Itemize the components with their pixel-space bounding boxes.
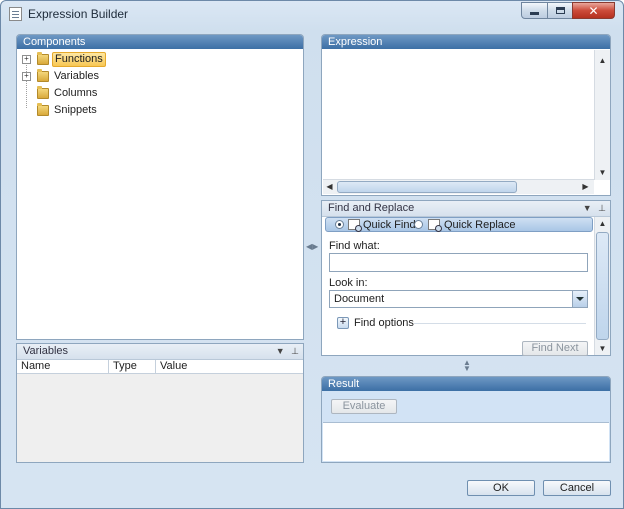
close-icon: ✕ [588,3,599,18]
scroll-up-icon[interactable]: ▲ [596,217,609,230]
column-header-value[interactable]: Value [156,360,303,373]
tree-item-label: Snippets [54,104,97,116]
tree-item-snippets[interactable]: Snippets [17,102,303,119]
header-tools: ▼ ⊥ [276,344,299,359]
ok-button[interactable]: OK [467,480,535,496]
vertical-scroll-thumb[interactable] [596,232,609,340]
variables-grid-body [17,374,303,462]
folder-icon [37,103,49,116]
pin-icon[interactable]: ⊥ [598,203,606,213]
window-title: Expression Builder [28,7,129,21]
find-options-expand-icon[interactable]: + [337,317,349,329]
maximize-icon [555,7,565,14]
components-tree: + Functions + Variables Columns Snippets [17,51,303,119]
maximize-button[interactable] [547,2,573,19]
dropdown-arrow-icon[interactable]: ▼ [583,203,592,213]
find-options-separator [414,323,586,324]
expression-header: Expression [322,35,610,49]
header-tools: ▼ ⊥ [583,201,606,216]
expression-vertical-scrollbar[interactable]: ▲ ▼ [594,50,610,180]
find-next-button[interactable]: Find Next [522,341,588,356]
chevron-down-icon[interactable] [572,291,587,307]
scroll-up-icon[interactable]: ▲ [596,54,609,67]
folder-icon [37,69,49,82]
variables-title: Variables [23,345,69,357]
components-header: Components [17,35,303,49]
variables-header: Variables ▼ ⊥ [17,344,303,360]
folder-icon [37,86,49,99]
horizontal-splitter-icon[interactable]: ◀▶ [306,242,318,251]
look-in-value: Document [334,293,385,305]
horizontal-scroll-thumb[interactable] [337,181,517,193]
result-header: Result [322,377,610,391]
look-in-label: Look in: [329,277,368,289]
expression-panel: Expression ▲ ▼ ◀ ▶ [321,34,611,196]
quick-find-label[interactable]: Quick Find [363,219,416,231]
vertical-splitter-icon[interactable]: ▲ ▼ [463,359,471,373]
expression-editor[interactable] [323,50,609,180]
components-panel: Components + Functions + Variables Colum… [16,34,304,340]
result-output [323,422,609,461]
find-options-label[interactable]: Find options [354,317,414,329]
cancel-button[interactable]: Cancel [543,480,611,496]
scroll-left-icon[interactable]: ◀ [323,180,336,193]
title-bar[interactable]: Expression Builder ✕ [1,1,623,29]
minimize-button[interactable] [521,2,548,19]
column-header-type[interactable]: Type [109,360,156,373]
tree-item-label: Columns [54,87,98,99]
find-replace-panel: Find and Replace ▼ ⊥ Quick Find Quick Re… [321,200,611,356]
dropdown-arrow-icon[interactable]: ▼ [276,346,285,356]
find-replace-vertical-scrollbar[interactable]: ▲ ▼ [594,217,610,355]
quick-replace-radio[interactable] [414,220,423,229]
expression-horizontal-scrollbar[interactable]: ◀ ▶ [323,179,594,194]
quick-find-radio[interactable] [335,220,344,229]
scroll-down-icon[interactable]: ▼ [596,166,609,179]
scroll-right-icon[interactable]: ▶ [579,180,592,193]
column-header-name[interactable]: Name [17,360,109,373]
expression-builder-window: Expression Builder ✕ Components + Functi… [0,0,624,509]
tree-item-variables[interactable]: + Variables [17,68,303,85]
evaluate-button[interactable]: Evaluate [331,399,397,414]
quick-replace-label[interactable]: Quick Replace [444,219,516,231]
expand-plus-icon[interactable]: + [22,72,31,81]
find-what-input[interactable] [329,253,588,272]
close-button[interactable]: ✕ [572,2,615,19]
variables-grid-header: Name Type Value [17,360,303,374]
find-replace-title: Find and Replace [328,202,415,214]
look-in-select[interactable]: Document [329,290,588,308]
tree-item-label: Functions [52,52,106,67]
find-mode-bar: Quick Find Quick Replace [325,217,593,232]
tree-item-functions[interactable]: + Functions [17,51,303,68]
quick-find-icon [348,219,362,232]
tree-item-columns[interactable]: Columns [17,85,303,102]
folder-icon [37,52,49,65]
expand-plus-icon[interactable]: + [22,55,31,64]
quick-replace-icon [428,219,442,232]
find-replace-header: Find and Replace ▼ ⊥ [322,201,610,217]
result-panel: Result Evaluate [321,376,611,463]
app-icon [9,7,22,21]
variables-panel: Variables ▼ ⊥ Name Type Value [16,343,304,463]
find-what-label: Find what: [329,240,380,252]
minimize-icon [530,12,539,15]
tree-item-label: Variables [54,70,100,82]
pin-icon[interactable]: ⊥ [291,346,299,356]
scroll-down-icon[interactable]: ▼ [596,342,609,355]
